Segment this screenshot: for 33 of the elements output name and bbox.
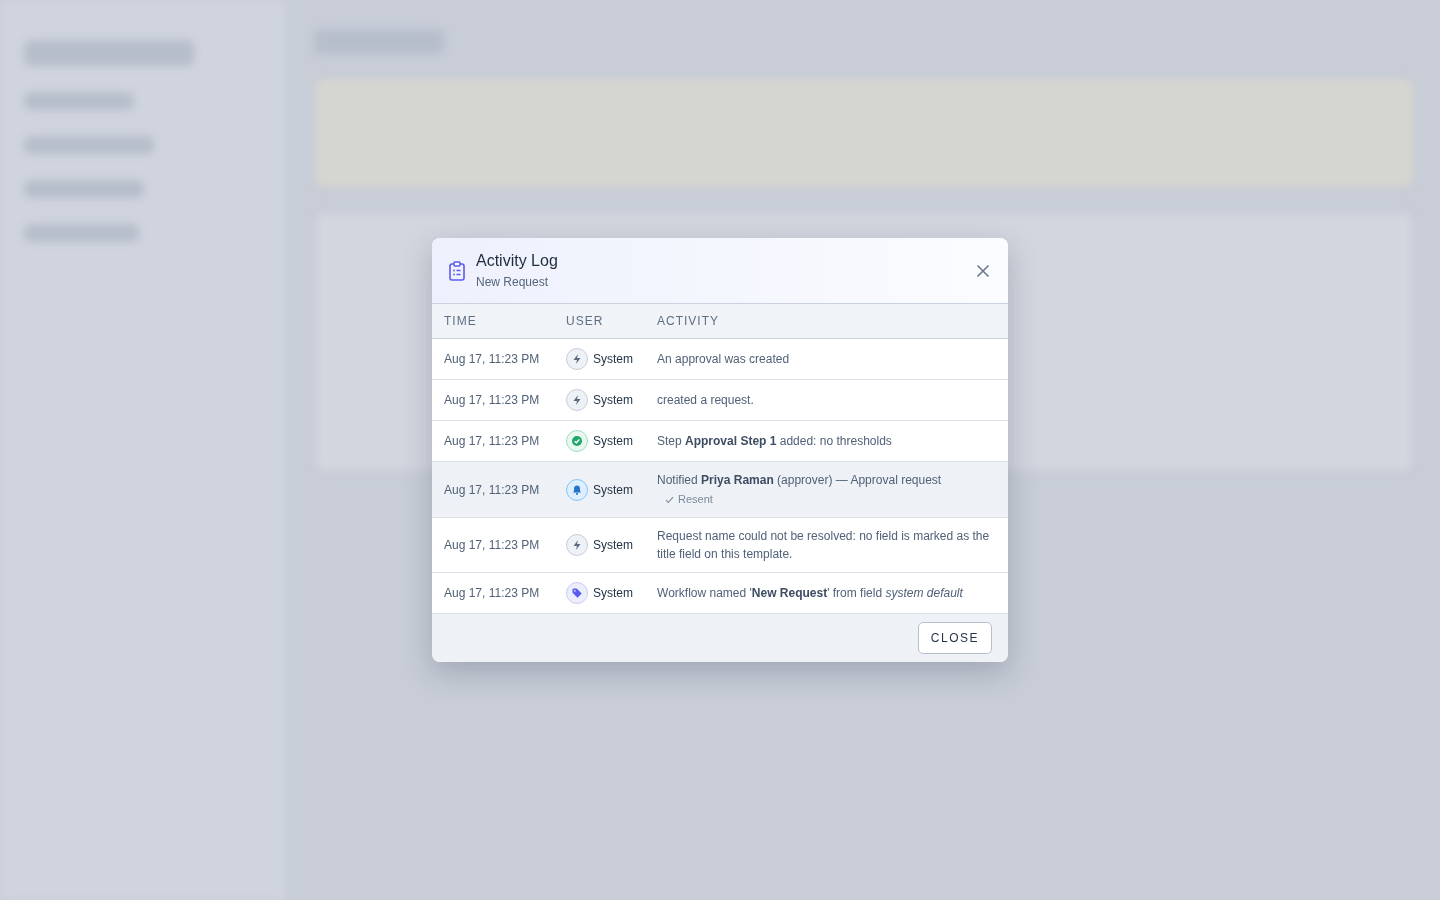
activity-text: Notified Priya Raman (approver) — Approval request xyxy=(657,472,943,490)
lightning-icon xyxy=(566,533,588,556)
time-cell: Aug 17, 11:23 PM xyxy=(432,338,554,380)
user-name: System xyxy=(593,433,633,451)
activity-text: Request name could not be resolved: no field is marked as the title field on this template. xyxy=(657,527,991,563)
close-button[interactable]: CLOSE xyxy=(917,621,992,654)
column-header: USER xyxy=(554,304,645,339)
user-name: System xyxy=(593,351,633,369)
activity-text: Step Approval Step 1 added: no thresholds xyxy=(657,433,893,451)
user-name: System xyxy=(593,584,633,602)
time-cell: Aug 17, 11:23 PM xyxy=(432,461,554,518)
tag-icon xyxy=(566,581,588,604)
time-cell: Aug 17, 11:23 PM xyxy=(432,379,554,421)
column-header: ACTIVITY xyxy=(645,304,1008,339)
time-cell: Aug 17, 11:23 PM xyxy=(432,572,554,614)
check-circle-icon xyxy=(566,430,588,453)
user-name: System xyxy=(593,392,633,410)
bell-icon xyxy=(566,478,588,501)
dialog-title: Activity Log xyxy=(476,251,558,271)
user-name: System xyxy=(593,481,633,499)
clipboard-icon xyxy=(448,261,466,282)
activity-text: An approval was created xyxy=(657,351,791,369)
checkmark-icon xyxy=(665,495,674,504)
time-cell: Aug 17, 11:23 PM xyxy=(432,517,554,573)
user-name: System xyxy=(593,536,633,554)
activity-text: created a request. xyxy=(657,392,755,410)
time-cell: Aug 17, 11:23 PM xyxy=(432,420,554,462)
column-header: TIME xyxy=(432,304,554,339)
resent-label: Resent xyxy=(678,492,713,508)
activity-text: Workflow named 'New Request' from field system default xyxy=(657,584,964,602)
dialog-subtitle: New Request xyxy=(476,274,550,292)
lightning-icon xyxy=(566,348,588,371)
lightning-icon xyxy=(566,389,588,412)
